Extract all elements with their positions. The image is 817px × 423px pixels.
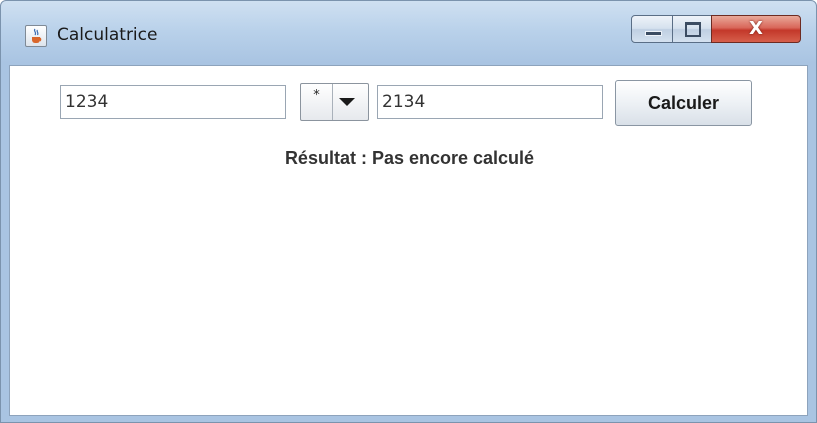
app-window: Calculatrice X * Calculer Résultat : Pas… <box>0 0 817 423</box>
java-cup-icon[interactable] <box>25 25 47 47</box>
operator-selected-value: * <box>301 84 333 120</box>
operand-b-input[interactable] <box>377 85 603 119</box>
minimize-button[interactable] <box>631 15 673 43</box>
title-bar[interactable]: Calculatrice X <box>1 1 816 63</box>
result-label: Résultat : Pas encore calculé <box>284 148 535 168</box>
calculate-button[interactable]: Calculer <box>615 80 752 126</box>
content-panel: * Calculer Résultat : Pas encore calculé <box>9 65 808 416</box>
window-title: Calculatrice <box>57 25 158 45</box>
close-icon: X <box>749 18 763 39</box>
close-button[interactable]: X <box>711 15 801 43</box>
maximize-icon <box>685 22 701 37</box>
minimize-icon <box>645 31 662 36</box>
maximize-button[interactable] <box>672 15 712 43</box>
operator-select[interactable]: * <box>300 83 369 121</box>
chevron-down-icon[interactable] <box>339 98 355 106</box>
operand-a-input[interactable] <box>60 85 286 119</box>
